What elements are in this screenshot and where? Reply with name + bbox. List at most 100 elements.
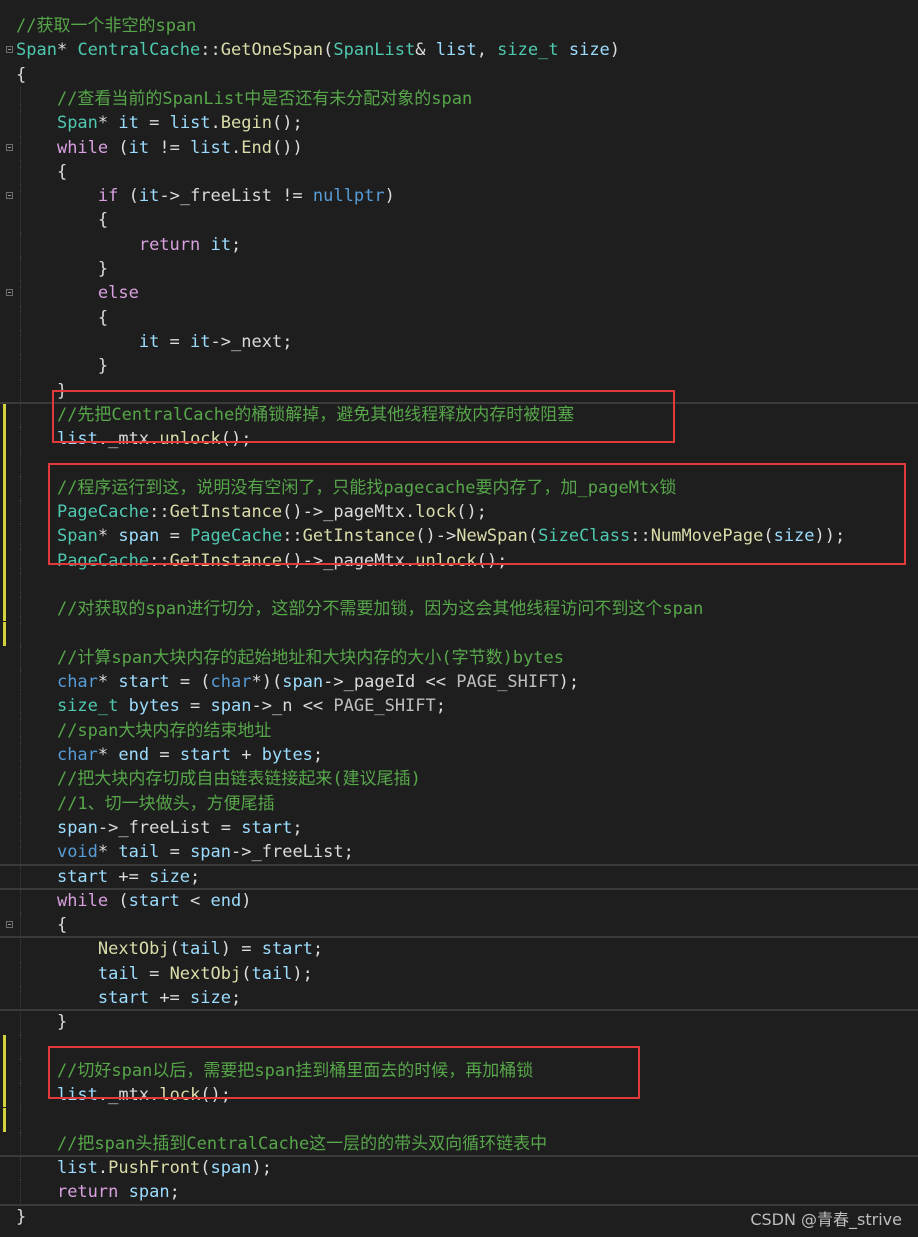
code-text: start += size; xyxy=(16,986,241,1010)
code-token: tail xyxy=(179,939,221,960)
code-line[interactable]: tail = NextObj(tail); xyxy=(0,961,918,986)
code-line[interactable]: start += size; xyxy=(0,864,918,889)
code-line[interactable]: return it; xyxy=(0,232,918,257)
code-text: { xyxy=(16,160,67,184)
code-token: *)( xyxy=(251,672,283,693)
code-token: list xyxy=(56,1158,98,1179)
code-line[interactable]: else xyxy=(0,281,918,306)
code-token: PushFront xyxy=(108,1158,201,1179)
code-line[interactable]: { xyxy=(0,159,918,185)
code-line[interactable]: Span* CentralCache::GetOneSpan(SpanList&… xyxy=(0,38,918,62)
code-token: ; xyxy=(292,817,303,838)
code-line[interactable]: //把span头插到CentralCache这一层的的带头双向循环链表中 xyxy=(0,1131,918,1157)
code-line[interactable]: size_t bytes = span->_n << PAGE_SHIFT; xyxy=(0,694,918,719)
code-line[interactable]: while (start < end) xyxy=(0,888,918,914)
code-token: ); xyxy=(558,672,580,693)
code-token: start xyxy=(118,672,170,693)
code-token: = xyxy=(149,745,180,765)
code-token: = xyxy=(138,113,170,134)
code-token: * xyxy=(97,672,119,693)
separator-line xyxy=(0,1155,918,1158)
code-line[interactable]: start += size; xyxy=(0,986,918,1011)
code-token: start xyxy=(97,988,150,1008)
code-line[interactable]: //把大块内存切成自由链表链接起来(建议尾插) xyxy=(0,767,918,792)
code-token: //1、切一块做头，方便尾插 xyxy=(56,793,275,814)
code-text: tail = NextObj(tail); xyxy=(16,962,313,986)
code-token: } xyxy=(16,1012,68,1033)
code-token: PAGE_SHIFT xyxy=(456,672,559,693)
code-line[interactable]: { xyxy=(0,63,918,87)
collapse-toggle-icon[interactable] xyxy=(6,289,13,297)
code-text: { xyxy=(16,208,108,232)
code-token: ; xyxy=(282,331,293,352)
change-marker xyxy=(3,451,6,476)
code-token: end xyxy=(118,745,150,765)
code-text: { xyxy=(16,63,26,87)
code-line[interactable]: NextObj(tail) = start; xyxy=(0,937,918,962)
code-token: bytes xyxy=(261,745,313,765)
code-token: span xyxy=(56,817,98,838)
code-line[interactable] xyxy=(0,572,918,598)
code-token: //查看当前的SpanList中是否还有未分配对象的span xyxy=(56,88,473,109)
code-line[interactable]: it = it->_next; xyxy=(0,329,918,355)
code-token: ( xyxy=(200,1158,211,1179)
code-line[interactable]: } xyxy=(0,1010,918,1035)
code-token: //把span头插到CentralCache这一层的的带头双向循环链表中 xyxy=(56,1133,548,1154)
code-line[interactable] xyxy=(0,621,918,646)
code-token: * xyxy=(56,40,78,61)
code-text: //1、切一块做头，方便尾插 xyxy=(16,792,275,816)
code-token: //span大块内存的结束地址 xyxy=(56,720,272,741)
code-token: -> xyxy=(231,842,252,863)
code-token: //获取一个非空的span xyxy=(16,16,197,36)
collapse-toggle-icon[interactable] xyxy=(6,143,13,151)
separator-line xyxy=(0,1009,918,1012)
collapse-toggle-icon[interactable] xyxy=(6,921,13,929)
code-token: it xyxy=(210,234,231,255)
code-line[interactable]: Span* it = list.Begin(); xyxy=(0,111,918,136)
code-line[interactable]: char* start = (char*)(span->_pageId << P… xyxy=(0,670,918,695)
code-line[interactable]: //查看当前的SpanList中是否还有未分配对象的span xyxy=(0,86,918,112)
code-token: it xyxy=(118,113,139,134)
code-token: start xyxy=(241,817,293,838)
code-text: span->_freeList = start; xyxy=(16,816,303,840)
code-line[interactable]: span->_freeList = start; xyxy=(0,815,918,841)
collapse-toggle-icon[interactable] xyxy=(6,46,13,54)
code-line[interactable]: void* tail = span->_freeList; xyxy=(0,840,918,865)
code-line[interactable]: while (it != list.End()) xyxy=(0,135,918,160)
code-line[interactable]: //1、切一块做头，方便尾插 xyxy=(0,791,918,816)
code-line[interactable]: //计算span大块内存的起始地址和大块内存的大小(字节数)bytes xyxy=(0,645,918,671)
code-line[interactable]: //span大块内存的结束地址 xyxy=(0,718,918,743)
code-token: -> xyxy=(251,696,272,717)
code-token: NextObj xyxy=(169,963,242,984)
code-line[interactable]: char* end = start + bytes; xyxy=(0,743,918,768)
code-token: += xyxy=(108,866,150,887)
code-line[interactable]: return span; xyxy=(0,1180,918,1205)
code-line[interactable]: } xyxy=(0,257,918,282)
collapse-toggle-icon[interactable] xyxy=(6,192,13,200)
code-line[interactable]: list.PushFront(span); xyxy=(0,1156,918,1181)
code-line[interactable]: { xyxy=(0,208,918,233)
watermark: CSDN @青春_strive xyxy=(750,1210,902,1229)
code-token: bytes xyxy=(128,696,180,717)
code-token: } xyxy=(16,259,109,279)
code-token: Span xyxy=(56,113,98,134)
code-editor[interactable]: //获取一个非空的span Span* CentralCache::GetOneS… xyxy=(0,0,918,1237)
code-line[interactable]: { xyxy=(0,913,918,938)
code-line[interactable]: //获取一个非空的span xyxy=(0,14,918,38)
code-line[interactable] xyxy=(0,1107,918,1132)
code-line[interactable]: //对获取的span进行切分，这部分不需要加锁，因为这会其他线程访问不到这个sp… xyxy=(0,597,918,622)
code-token: = xyxy=(210,817,242,838)
change-marker xyxy=(3,427,6,452)
code-line[interactable]: } xyxy=(0,354,918,379)
code-line[interactable]: if (it->_freeList != nullptr) xyxy=(0,184,918,209)
code-line[interactable]: { xyxy=(0,305,918,330)
